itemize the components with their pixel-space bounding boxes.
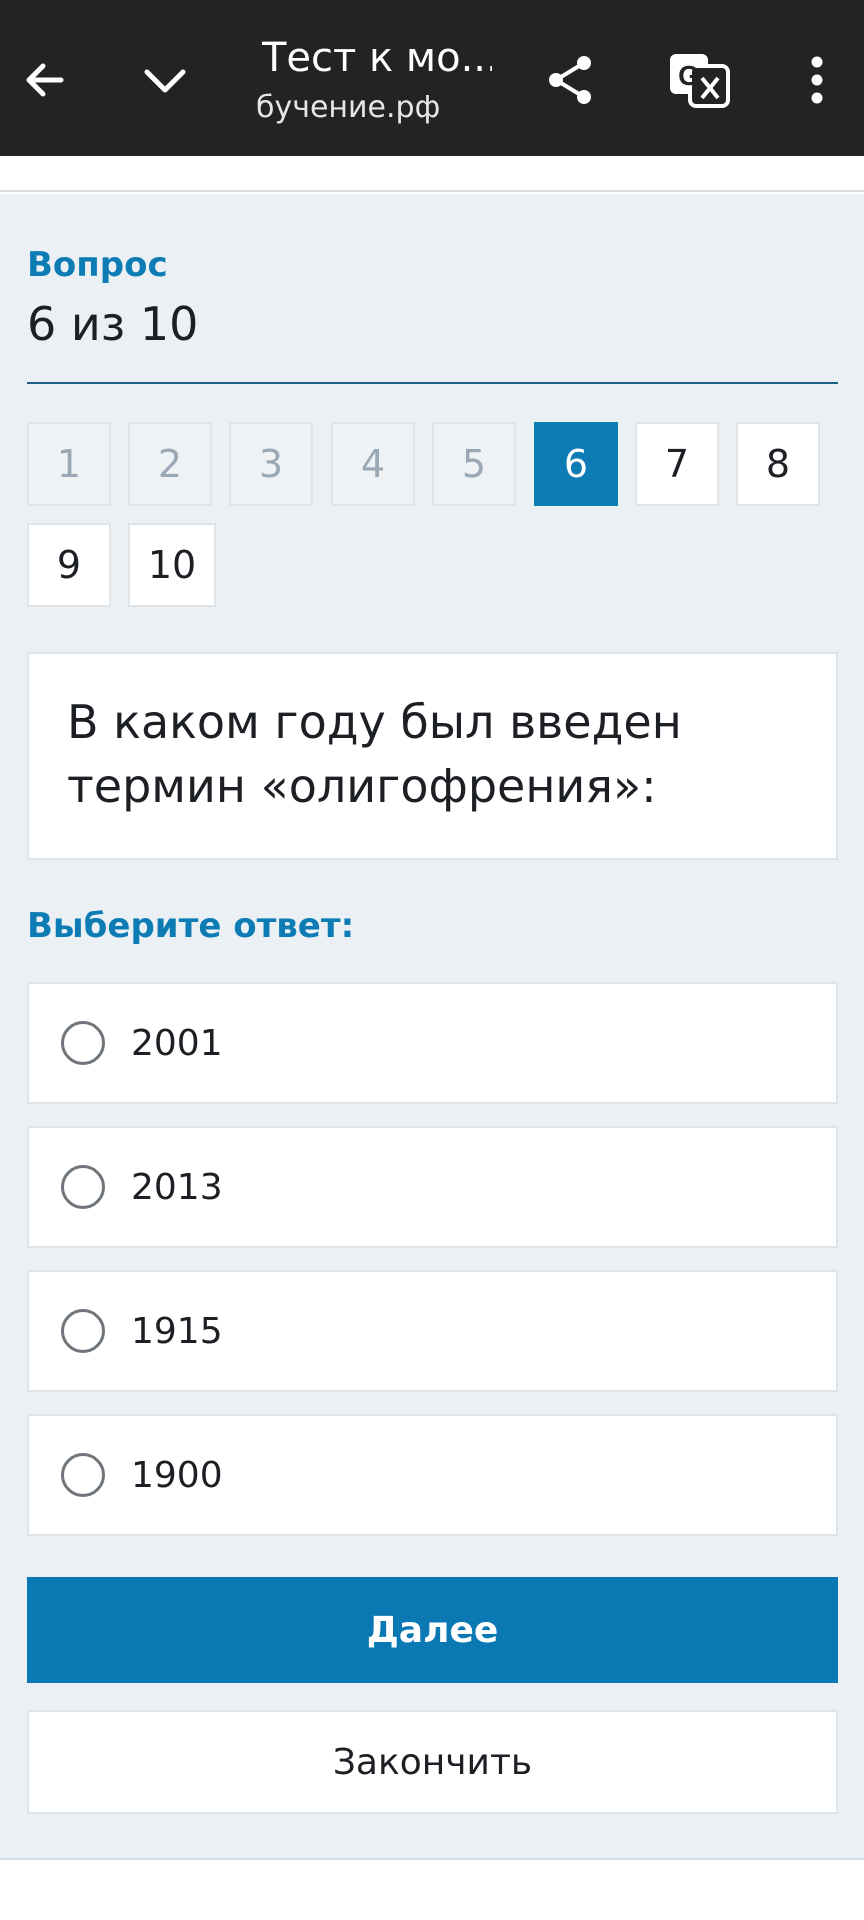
answer-option-1[interactable]: 2001 bbox=[27, 982, 838, 1104]
more-button[interactable] bbox=[782, 30, 852, 130]
svg-text:G: G bbox=[678, 60, 700, 91]
question-nav-10[interactable]: 10 bbox=[128, 523, 216, 607]
question-nav-5[interactable]: 5 bbox=[432, 422, 516, 506]
browser-toolbar: Тест к мо... бучение.рф G bbox=[0, 0, 864, 156]
answer-option-4[interactable]: 1900 bbox=[27, 1414, 838, 1536]
question-nav-7[interactable]: 7 bbox=[635, 422, 719, 506]
question-text: В каком году был введен термин «олигофре… bbox=[27, 652, 838, 860]
translate-button[interactable]: G bbox=[654, 30, 744, 130]
back-arrow-icon bbox=[26, 63, 64, 97]
question-nav-8[interactable]: 8 bbox=[736, 422, 820, 506]
question-counter: 6 из 10 bbox=[27, 297, 199, 351]
page-url: бучение.рф bbox=[256, 90, 441, 125]
next-button[interactable]: Далее bbox=[27, 1577, 838, 1683]
more-vertical-icon bbox=[811, 56, 823, 104]
collapse-button[interactable] bbox=[120, 30, 210, 130]
answer-option-2[interactable]: 2013 bbox=[27, 1126, 838, 1248]
answer-option-label: 1900 bbox=[131, 1454, 223, 1496]
finish-button[interactable]: Закончить bbox=[27, 1710, 838, 1814]
question-nav-3[interactable]: 3 bbox=[229, 422, 313, 506]
answer-option-label: 1915 bbox=[131, 1310, 223, 1352]
question-label: Вопрос bbox=[27, 245, 168, 285]
answer-option-label: 2001 bbox=[131, 1022, 223, 1064]
translate-icon: G bbox=[670, 54, 730, 108]
question-nav-6[interactable]: 6 bbox=[534, 422, 618, 506]
share-button[interactable] bbox=[526, 30, 616, 130]
radio-button[interactable] bbox=[61, 1453, 105, 1497]
page-title: Тест к мо... bbox=[262, 35, 492, 81]
question-nav-2[interactable]: 2 bbox=[128, 422, 212, 506]
page-header-strip bbox=[0, 156, 864, 192]
quiz-panel: Вопрос 6 из 10 1 2 3 4 5 6 7 8 9 10 В ка… bbox=[0, 194, 864, 1858]
question-nav-4[interactable]: 4 bbox=[331, 422, 415, 506]
choose-answer-label: Выберите ответ: bbox=[27, 906, 355, 946]
share-icon bbox=[549, 56, 591, 104]
answer-option-label: 2013 bbox=[131, 1166, 223, 1208]
page-title-area[interactable]: Тест к мо... бучение.рф bbox=[256, 34, 492, 128]
chevron-down-icon bbox=[144, 69, 186, 93]
back-button[interactable] bbox=[0, 30, 90, 130]
answer-option-3[interactable]: 1915 bbox=[27, 1270, 838, 1392]
question-nav-9[interactable]: 9 bbox=[27, 523, 111, 607]
page-footer-strip bbox=[0, 1858, 864, 1920]
radio-button[interactable] bbox=[61, 1021, 105, 1065]
question-nav-1[interactable]: 1 bbox=[27, 422, 111, 506]
divider bbox=[27, 382, 838, 384]
radio-button[interactable] bbox=[61, 1309, 105, 1353]
radio-button[interactable] bbox=[61, 1165, 105, 1209]
